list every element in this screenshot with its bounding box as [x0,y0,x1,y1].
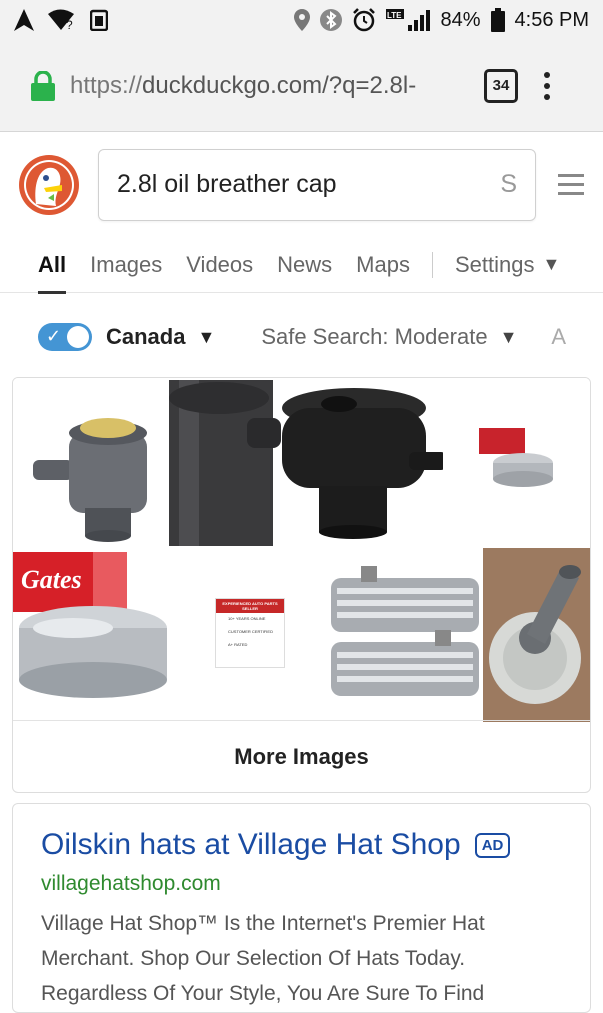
caret-down-icon[interactable]: ▼ [197,327,215,348]
ad-url[interactable]: villagehatshop.com [41,872,562,896]
lte-signal-icon: LTE [386,9,431,31]
address-field[interactable]: https://duckduckgo.com/?q=2.8l- [70,72,462,100]
tab-images[interactable]: Images [90,237,162,293]
image-thumbnail[interactable] [483,548,590,722]
caret-down-icon: ▼ [542,254,561,274]
seller-line: A+ RATED [228,642,248,647]
search-filters: ✓ Canada ▼ Safe Search: Moderate ▼ A [0,293,603,381]
tab-videos[interactable]: Videos [186,237,253,293]
images-module: Gates EXPERIENCED AUTO PARTS SELLER 10+ … [12,377,591,793]
battery-icon [490,8,505,32]
image-thumbnail[interactable] [443,378,590,548]
image-thumbnail[interactable] [327,548,483,722]
tab-maps[interactable]: Maps [356,237,410,293]
ad-description: Village Hat Shop™ Is the Internet's Prem… [41,912,485,1005]
toggle-knob [67,326,89,348]
tab-news[interactable]: News [277,237,332,293]
alarm-icon [352,8,376,32]
battery-percent: 84% [440,8,481,31]
wifi-unknown-icon: ? [48,9,76,31]
bluetooth-icon [320,9,343,31]
caret-down-icon[interactable]: ▼ [500,327,518,348]
trash-notification-icon [90,9,108,31]
region-toggle[interactable]: ✓ [38,323,92,351]
search-box[interactable]: S [98,148,536,221]
browser-menu-button[interactable] [544,71,550,100]
image-grid: Gates EXPERIENCED AUTO PARTS SELLER 10+ … [13,378,590,722]
location-icon [294,9,311,31]
menu-dot [544,82,550,89]
seller-header: EXPERIENCED AUTO PARTS SELLER [216,599,284,613]
svg-text:?: ? [66,18,73,31]
settings-label: Settings [454,251,535,277]
search-header: S [0,132,603,237]
check-icon: ✓ [46,326,62,346]
duckduckgo-logo[interactable] [18,154,80,216]
status-bar: ? LTE 84% 4:56 PM [0,0,603,40]
ad-result: Oilskin hats at Village Hat Shop AD vill… [12,803,591,1013]
ad-badge[interactable]: AD [474,832,511,858]
lock-icon [30,69,56,101]
tab-switcher-button[interactable]: 34 [484,68,518,103]
hamburger-line [558,174,584,177]
image-thumbnail[interactable] [169,378,443,548]
menu-dot [544,93,550,100]
seller-line: CUSTOMER CERTIFIED [228,629,273,634]
gates-brand-label: Gates [21,565,82,594]
search-input[interactable] [117,170,501,199]
browser-url-bar: https://duckduckgo.com/?q=2.8l- 34 [0,40,603,132]
hamburger-menu-icon[interactable] [558,174,584,195]
menu-dot [544,71,550,78]
ad-title-row: Oilskin hats at Village Hat Shop AD [41,828,562,862]
hamburger-line [558,192,584,195]
image-thumbnail[interactable]: Gates [13,548,171,722]
svg-text:LTE: LTE [387,11,402,20]
seller-line: 10+ YEARS ONLINE [228,616,266,621]
seller-badge: EXPERIENCED AUTO PARTS SELLER 10+ YEARS … [215,598,285,668]
url-text: duckduckgo.com/?q=2.8l- [142,71,417,99]
time-filter-select[interactable]: A [551,324,566,350]
hamburger-line [558,183,584,186]
ad-title-link[interactable]: Oilskin hats at Village Hat Shop [41,828,461,862]
clock: 4:56 PM [514,8,589,31]
search-type-tabs: All Images Videos News Maps Settings ▼ [0,237,603,294]
url-protocol: https:// [70,71,143,99]
tab-divider [431,251,433,278]
navigation-arrow-icon [14,9,34,31]
image-thumbnail[interactable] [13,378,169,548]
region-select[interactable]: Canada [106,324,185,350]
tab-all[interactable]: All [38,237,67,294]
search-submit-button[interactable]: S [500,170,517,199]
more-images-button[interactable]: More Images [13,720,590,792]
image-thumbnail[interactable]: EXPERIENCED AUTO PARTS SELLER 10+ YEARS … [171,548,327,722]
settings-dropdown[interactable]: Settings ▼ [455,237,560,293]
safe-search-select[interactable]: Safe Search: Moderate [261,324,487,350]
